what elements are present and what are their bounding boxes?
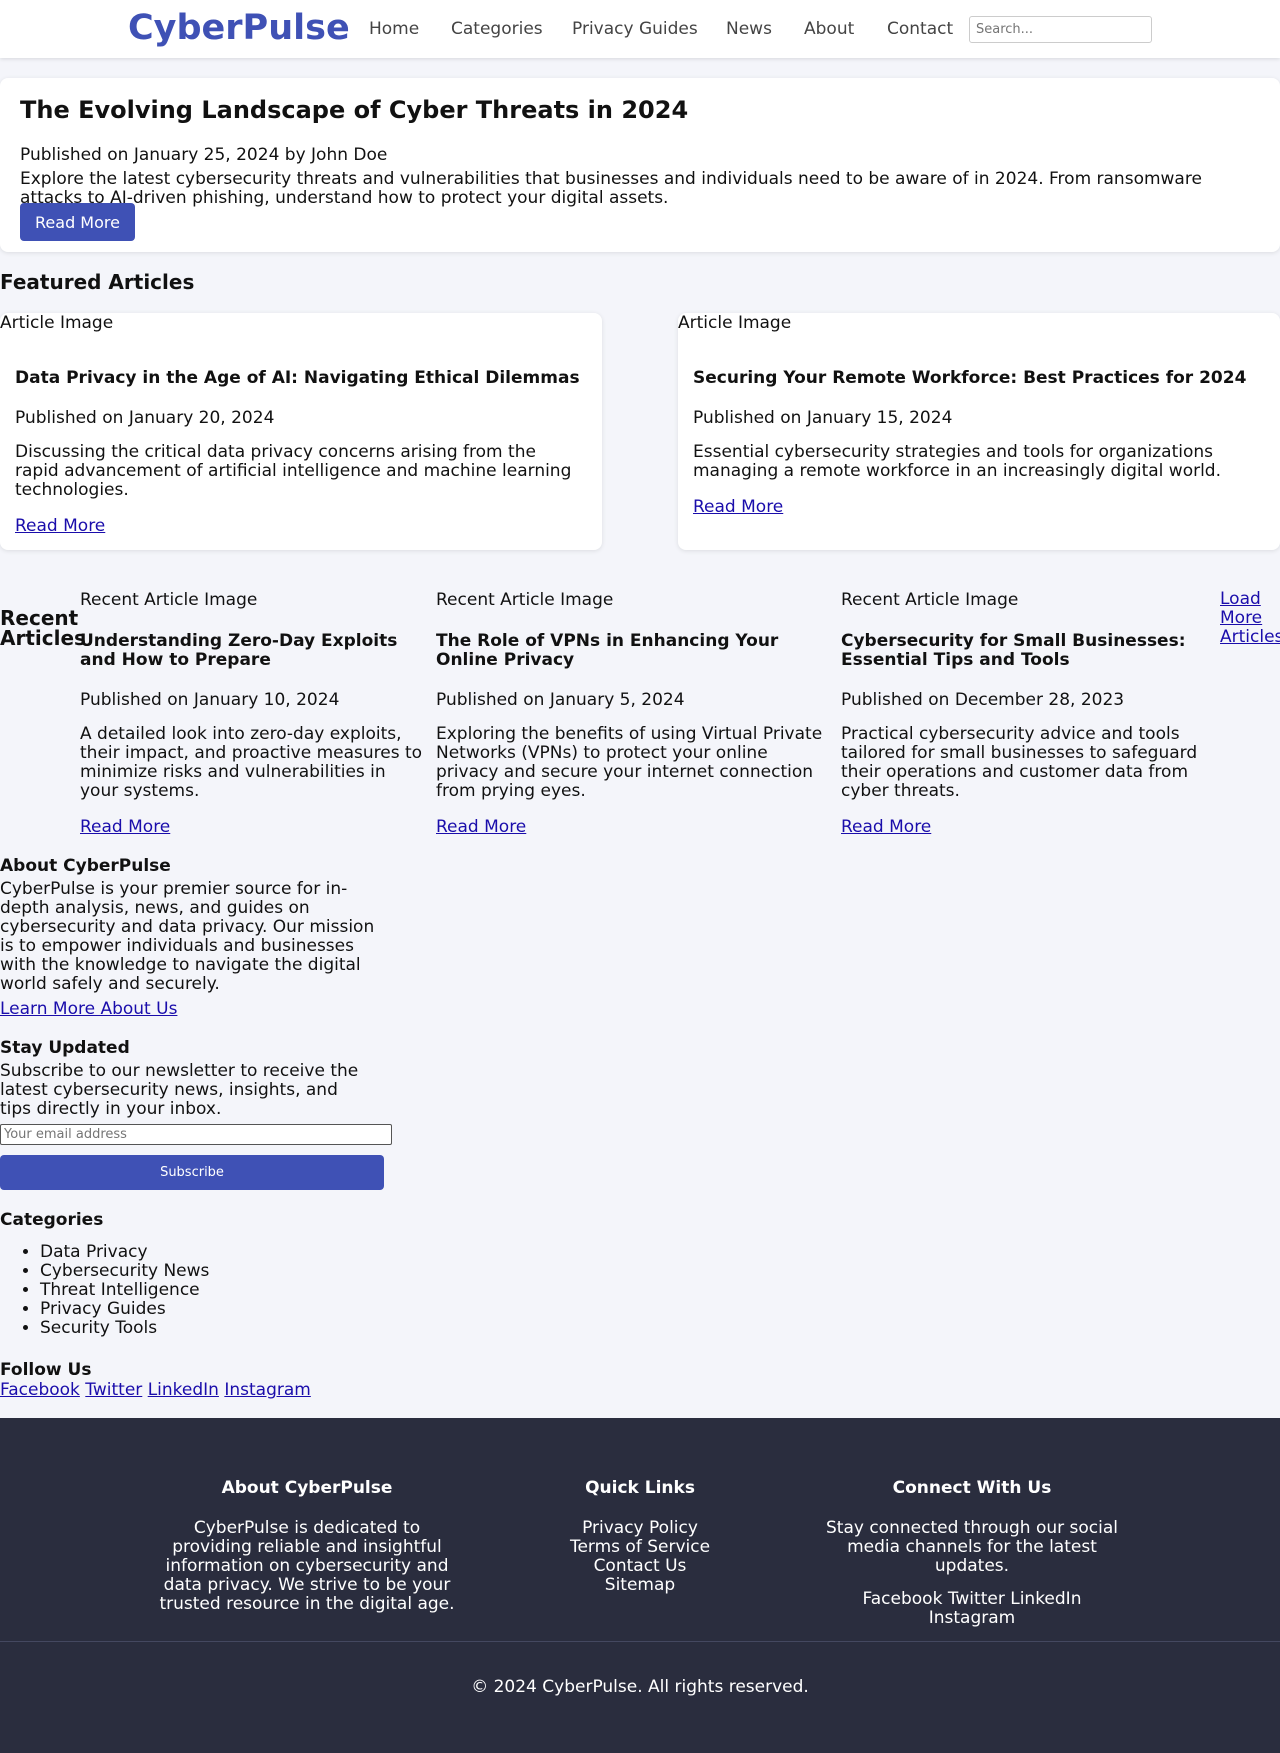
footer-connect-title: Connect With Us	[892, 1478, 1052, 1498]
search-input[interactable]	[969, 16, 1152, 43]
read-more-link[interactable]: Read More	[841, 817, 931, 837]
newsletter-title: Stay Updated	[0, 1038, 130, 1058]
category-item[interactable]: Privacy Guides	[40, 1300, 209, 1319]
site-header: CyberPulse Home Categories Privacy Guide…	[0, 0, 1280, 58]
recent-article-description: Exploring the benefits of using Virtual …	[436, 724, 823, 801]
recent-article-description: A detailed look into zero-day exploits, …	[80, 724, 423, 801]
nav-home-link[interactable]: Home	[369, 19, 419, 39]
recent-article-meta: Published on December 28, 2023	[841, 690, 1125, 710]
hero-article: The Evolving Landscape of Cyber Threats …	[0, 78, 1280, 252]
site-logo[interactable]: CyberPulse	[128, 8, 350, 48]
copyright: © 2024 CyberPulse. All rights reserved.	[471, 1677, 809, 1697]
instagram-link[interactable]: Instagram	[929, 1608, 1016, 1628]
twitter-link[interactable]: Twitter	[948, 1589, 1005, 1609]
featured-section-title: Featured Articles	[0, 270, 195, 294]
categories-list: Data Privacy Cybersecurity News Threat I…	[0, 1243, 209, 1338]
linkedin-link[interactable]: LinkedIn	[1010, 1589, 1081, 1609]
nav-about-link[interactable]: About	[804, 19, 854, 39]
article-meta: Published on January 15, 2024	[693, 408, 953, 428]
footer-connect-text: Stay connected through our social media …	[826, 1518, 1118, 1576]
footer-social-links: Facebook Twitter LinkedIn Instagram	[822, 1590, 1122, 1628]
article-meta: Published on January 20, 2024	[15, 408, 275, 428]
hero-meta: Published on January 25, 2024 by John Do…	[20, 145, 388, 165]
hero-description: Explore the latest cybersecurity threats…	[20, 169, 1202, 208]
privacy-policy-link[interactable]: Privacy Policy	[540, 1519, 740, 1538]
recent-article-title: Understanding Zero-Day Exploits and How …	[80, 631, 398, 670]
article-title: Securing Your Remote Workforce: Best Pra…	[693, 368, 1247, 388]
social-links: Facebook Twitter LinkedIn Instagram	[0, 1380, 311, 1400]
article-image: Article Image	[678, 313, 792, 333]
hero-title: The Evolving Landscape of Cyber Threats …	[20, 96, 689, 124]
read-more-link[interactable]: Read More	[436, 817, 526, 837]
recent-article-meta: Published on January 10, 2024	[80, 690, 340, 710]
load-more-articles-link[interactable]: Load More Articles	[1220, 590, 1280, 647]
category-item[interactable]: Data Privacy	[40, 1243, 209, 1262]
article-description: Essential cybersecurity strategies and t…	[693, 442, 1222, 481]
twitter-link[interactable]: Twitter	[85, 1380, 142, 1400]
footer-quick-links-title: Quick Links	[585, 1478, 695, 1498]
footer-about-text: CyberPulse is dedicated to providing rel…	[159, 1518, 455, 1614]
category-item[interactable]: Cybersecurity News	[40, 1262, 209, 1281]
nav-contact-link[interactable]: Contact	[887, 19, 953, 39]
article-image: Article Image	[0, 313, 114, 333]
nav-categories-link[interactable]: Categories	[451, 19, 543, 39]
footer-divider	[0, 1641, 1280, 1642]
recent-section-title: Recent Articles	[0, 606, 86, 650]
email-field[interactable]	[0, 1124, 392, 1145]
recent-article-title: Cybersecurity for Small Businesses: Esse…	[841, 631, 1186, 670]
facebook-link[interactable]: Facebook	[0, 1380, 80, 1400]
recent-article-image: Recent Article Image	[80, 590, 258, 610]
learn-more-about-link[interactable]: Learn More About Us	[0, 999, 177, 1019]
read-more-link[interactable]: Read More	[693, 497, 783, 517]
read-more-link[interactable]: Read More	[80, 817, 170, 837]
article-description: Discussing the critical data privacy con…	[15, 442, 572, 500]
article-title: Data Privacy in the Age of AI: Navigatin…	[15, 368, 580, 388]
about-widget-title: About CyberPulse	[0, 856, 171, 876]
facebook-link[interactable]: Facebook	[863, 1589, 943, 1609]
categories-title: Categories	[0, 1210, 104, 1230]
recent-article-image: Recent Article Image	[841, 590, 1019, 610]
instagram-link[interactable]: Instagram	[224, 1380, 311, 1400]
about-widget-text: CyberPulse is your premier source for in…	[0, 879, 375, 994]
sitemap-link[interactable]: Sitemap	[540, 1576, 740, 1595]
read-more-link[interactable]: Read More	[15, 516, 105, 536]
recent-article-title: The Role of VPNs in Enhancing Your Onlin…	[436, 631, 779, 670]
recent-article-meta: Published on January 5, 2024	[436, 690, 685, 710]
subscribe-button[interactable]: Subscribe	[0, 1155, 384, 1190]
nav-privacy-guides-link[interactable]: Privacy Guides	[572, 19, 698, 39]
site-footer: About CyberPulse CyberPulse is dedicated…	[0, 1418, 1280, 1753]
recent-article-image: Recent Article Image	[436, 590, 614, 610]
recent-article-description: Practical cybersecurity advice and tools…	[841, 724, 1198, 801]
nav-news-link[interactable]: News	[726, 19, 772, 39]
newsletter-text: Subscribe to our newsletter to receive t…	[0, 1061, 359, 1119]
hero-read-more-button[interactable]: Read More	[20, 203, 135, 241]
terms-of-service-link[interactable]: Terms of Service	[540, 1538, 740, 1557]
contact-us-link[interactable]: Contact Us	[540, 1557, 740, 1576]
category-item[interactable]: Threat Intelligence	[40, 1281, 209, 1300]
category-item[interactable]: Security Tools	[40, 1319, 209, 1338]
footer-about-title: About CyberPulse	[221, 1478, 393, 1498]
linkedin-link[interactable]: LinkedIn	[148, 1380, 219, 1400]
featured-article-card: Article Image Data Privacy in the Age of…	[0, 313, 602, 550]
follow-us-title: Follow Us	[0, 1360, 92, 1380]
featured-article-card: Article Image Securing Your Remote Workf…	[678, 313, 1280, 550]
